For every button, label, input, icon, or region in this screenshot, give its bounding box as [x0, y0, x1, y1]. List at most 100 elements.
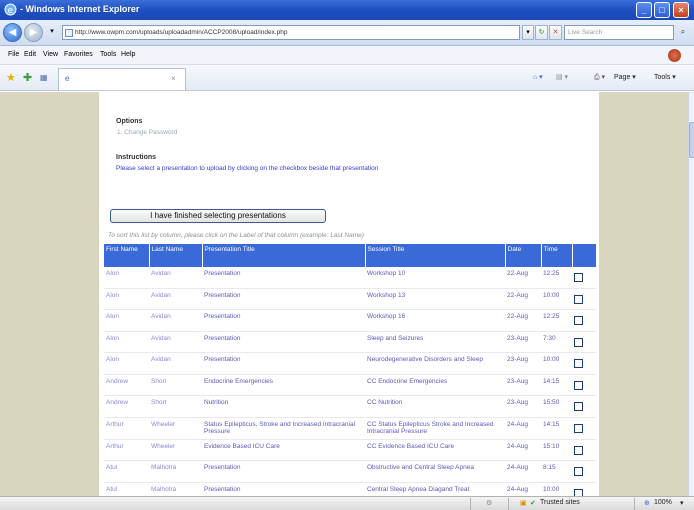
minimize-button[interactable]: _	[636, 2, 652, 18]
security-zone-label[interactable]: Trusted sites	[540, 499, 580, 506]
cell-presentation-title: Presentation	[202, 309, 365, 332]
maximize-button[interactable]: □	[654, 2, 670, 18]
column-header-date[interactable]: Date	[505, 244, 542, 267]
cell-last-name: Malhotra	[149, 482, 202, 496]
menu-edit[interactable]: Edit	[24, 51, 36, 58]
menu-tools[interactable]: Tools	[100, 51, 116, 58]
page-menu[interactable]: Page ▾	[614, 73, 636, 81]
table-row: Alon Avidan Presentation Sleep and Seizures…	[104, 331, 596, 353]
cell-session-title: Central Sleep Apnea Diagand Treat	[365, 482, 505, 496]
cell-session-title: Workshop 13	[365, 288, 505, 310]
cell-last-name: Avidan	[149, 309, 202, 332]
select-cell	[572, 417, 596, 440]
cell-first-name: Andrew	[104, 374, 149, 396]
menu-file[interactable]: File	[8, 51, 19, 58]
cell-presentation-title: Evidence Based ICU Care	[202, 439, 365, 461]
select-presentation-checkbox[interactable]	[574, 488, 583, 496]
cell-presentation-title: Nutrition	[202, 395, 365, 418]
zoom-level[interactable]: 100%	[654, 499, 672, 506]
cell-date: 24-Aug	[505, 439, 541, 461]
cell-session-title: CC Evidence Based ICU Care	[365, 439, 505, 461]
cell-last-name: Avidan	[149, 288, 202, 310]
select-presentation-checkbox[interactable]	[574, 402, 583, 411]
close-window-button[interactable]: ×	[673, 2, 689, 18]
cell-date: 23-Aug	[505, 331, 541, 353]
instructions-heading: Instructions	[116, 154, 157, 161]
cell-last-name: Wheeler	[149, 439, 202, 461]
zoom-dropdown-icon[interactable]: ▾	[680, 499, 684, 507]
cell-session-title: Workshop 16	[365, 309, 505, 332]
zone-shield-icon: ▣	[520, 500, 527, 507]
cell-last-name: Avidan	[149, 331, 202, 353]
select-presentation-checkbox[interactable]	[574, 423, 583, 433]
column-header-session-title[interactable]: Session Title	[365, 244, 506, 267]
select-presentation-checkbox[interactable]	[574, 337, 583, 347]
change-password-link[interactable]: 1. Change Password	[117, 129, 177, 136]
select-presentation-checkbox[interactable]	[574, 445, 583, 455]
select-presentation-checkbox[interactable]	[574, 273, 583, 282]
table-row: Alon Avidan Presentation Neurodegenerative …	[104, 352, 596, 375]
address-dropdown-button[interactable]: ▾	[522, 25, 534, 40]
add-favorite-icon[interactable]: ✚	[23, 71, 32, 84]
cell-date: 22-Aug	[505, 288, 541, 310]
column-header-time[interactable]: Time	[541, 244, 573, 267]
tab-close-icon[interactable]: ×	[171, 74, 176, 83]
tab-current[interactable]: e ×	[58, 68, 186, 90]
search-icon[interactable]: ⌕	[676, 25, 690, 40]
cell-time: 15:50	[541, 395, 572, 418]
refresh-button[interactable]: ↻	[535, 25, 548, 40]
menu-favorites[interactable]: Favorites	[64, 51, 93, 58]
navigation-bar: ◀ ▶ ▾ http://www.owpm.com/uploads/upload…	[0, 20, 694, 46]
tools-menu[interactable]: Tools ▾	[654, 73, 676, 81]
forward-button[interactable]: ▶	[24, 23, 43, 42]
column-header-select	[572, 244, 597, 267]
status-bar: ⚙ ▣ ✔ Trusted sites ⊕ 100% ▾	[0, 496, 694, 510]
select-cell	[572, 352, 596, 375]
scrollbar-thumb[interactable]	[689, 122, 694, 158]
menu-help[interactable]: Help	[121, 51, 135, 58]
recent-pages-dropdown[interactable]: ▾	[46, 25, 58, 40]
column-header-presentation-title[interactable]: Presentation Title	[202, 244, 366, 267]
home-icon[interactable]: ⌂ ▾	[533, 73, 543, 81]
vertical-scrollbar[interactable]	[688, 92, 694, 496]
menu-bar: File Edit View Favorites Tools Help	[0, 46, 694, 65]
cell-time: 10:00	[541, 288, 572, 310]
cell-presentation-title: Presentation	[202, 267, 365, 289]
tab-list-icon[interactable]: ▦	[40, 73, 48, 82]
cell-time: 8:15	[541, 460, 572, 483]
table-row: Atul Malhotra Presentation Obstructive and …	[104, 460, 596, 483]
page-content: Options 1. Change Password Instructions …	[99, 92, 599, 496]
window-title: - Windows Internet Explorer	[20, 4, 140, 14]
column-header-first-name[interactable]: First Name	[104, 244, 150, 267]
menu-view[interactable]: View	[43, 51, 58, 58]
select-presentation-checkbox[interactable]	[574, 294, 583, 304]
cell-session-title: Obstructive and Central Sleep Apnea	[365, 460, 505, 483]
favorites-star-icon[interactable]: ★	[6, 71, 16, 84]
select-presentation-checkbox[interactable]	[574, 380, 583, 390]
print-icon[interactable]: ⎙ ▾	[594, 73, 605, 82]
cell-last-name: Malhotra	[149, 460, 202, 483]
back-button[interactable]: ◀	[3, 23, 22, 42]
table-row: Arthur Wheeler Status Epilepticus, Stroke …	[104, 417, 596, 440]
stop-button[interactable]: ✕	[549, 25, 562, 40]
instructions-text: Please select a presentation to upload b…	[116, 165, 379, 172]
feeds-icon[interactable]: ▤ ▾	[556, 73, 568, 81]
cell-first-name: Alon	[104, 352, 149, 375]
cell-time: 10:00	[541, 482, 572, 496]
finish-selecting-button[interactable]: I have finished selecting presentations	[110, 209, 326, 223]
presentations-table: First Name Last Name Presentation Title …	[104, 244, 597, 496]
select-presentation-checkbox[interactable]	[574, 467, 583, 476]
cell-presentation-title: Endocrine Emergencies	[202, 374, 365, 396]
cell-presentation-title: Presentation	[202, 482, 365, 496]
live-search-icon[interactable]	[668, 49, 681, 62]
cell-last-name: Avidan	[149, 352, 202, 375]
address-bar[interactable]: http://www.owpm.com/uploads/uploadadmin/…	[62, 25, 520, 40]
select-presentation-checkbox[interactable]	[574, 359, 583, 368]
cell-date: 23-Aug	[505, 374, 541, 396]
search-input[interactable]: Live Search	[564, 25, 674, 40]
table-row: Andrew Shorr Nutrition CC Nutrition 23-Aug 15…	[104, 395, 596, 418]
select-presentation-checkbox[interactable]	[574, 316, 583, 325]
cell-session-title: Sleep and Seizures	[365, 331, 505, 353]
cell-date: 24-Aug	[505, 482, 541, 496]
column-header-last-name[interactable]: Last Name	[149, 244, 203, 267]
